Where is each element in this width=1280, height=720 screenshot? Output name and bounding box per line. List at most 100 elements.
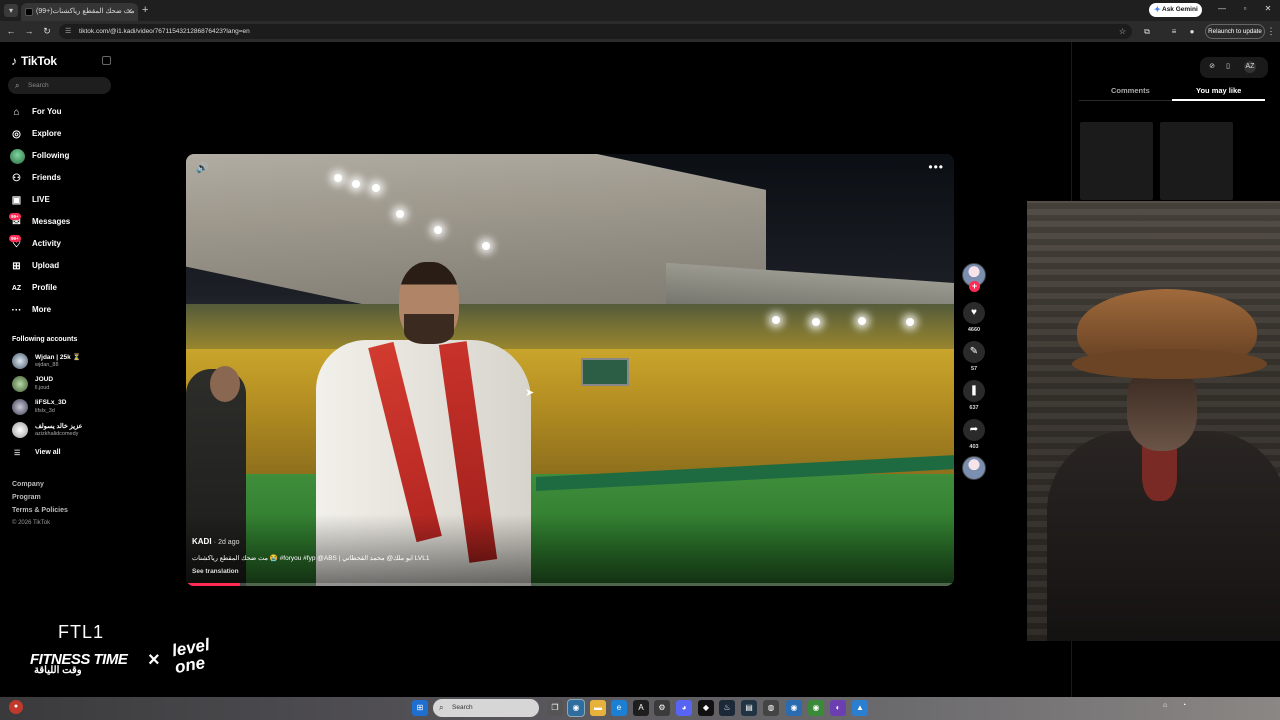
chrome-icon[interactable]: ◉	[567, 699, 585, 717]
app-icon[interactable]: ◐	[830, 700, 846, 716]
comment-button[interactable]: ✎ 57	[961, 341, 987, 372]
tab-comments[interactable]: Comments	[1111, 86, 1150, 95]
tray-icon[interactable]: ◔	[1182, 702, 1186, 709]
sidebar-item-live[interactable]: ▣ LIVE	[10, 191, 120, 209]
more-options-icon[interactable]: •••	[928, 160, 944, 174]
tray-icon[interactable]: ⌂	[1163, 702, 1167, 709]
friends-icon: ⚇	[12, 173, 21, 184]
obs-icon[interactable]: ◍	[763, 700, 779, 716]
edge-icon[interactable]: e	[611, 700, 627, 716]
sidebar-item-label: Explore	[32, 129, 62, 138]
discord-icon[interactable]: ◕	[676, 700, 692, 716]
collapse-sidebar-icon[interactable]	[102, 56, 111, 65]
browser-tab-strip: ▾ (99+)مت ضحك المقطع رياكشنات ✕ + Ask Ge…	[0, 0, 1280, 21]
back-button[interactable]: ←	[5, 24, 17, 38]
save-button[interactable]: ❚ 637	[961, 380, 987, 411]
start-button[interactable]: ⊞	[412, 700, 428, 716]
tab-title: (99+)مت ضحك المقطع رياكشنات	[36, 8, 135, 15]
maximize-button[interactable]: ▫	[1237, 2, 1253, 16]
floodlight	[396, 210, 404, 218]
footer-link-company[interactable]: Company	[12, 481, 44, 488]
video-author[interactable]: KADI · 2d ago	[192, 537, 239, 546]
floodlight	[906, 318, 914, 326]
following-account[interactable]: JOUD ll.joud	[12, 374, 122, 394]
steam-icon[interactable]: ♨	[719, 700, 735, 716]
see-translation-link[interactable]: See translation	[192, 568, 239, 575]
profile-icon[interactable]: AZ	[1244, 61, 1256, 73]
browser-menu-icon[interactable]: ⋮	[1266, 25, 1276, 38]
view-all-button[interactable]: ☰ View all	[12, 449, 112, 457]
tab-close-icon[interactable]: ✕	[126, 3, 133, 21]
relaunch-to-update-button[interactable]: Relaunch to update	[1205, 24, 1265, 39]
tab-you-may-like[interactable]: You may like	[1196, 86, 1241, 95]
chrome-profile-icon[interactable]: ◉	[786, 700, 802, 716]
settings-icon[interactable]: ⚙	[654, 700, 670, 716]
active-tab-indicator	[1172, 99, 1265, 101]
task-view-icon[interactable]: ❐	[547, 700, 563, 716]
sidebar-item-activity[interactable]: ♡ 99+ Activity	[9, 235, 120, 253]
sidebar-item-label: Friends	[32, 173, 61, 182]
sidebar-item-more[interactable]: ··· More	[10, 301, 120, 319]
site-info-icon[interactable]: ☰	[65, 24, 71, 39]
suggested-video-thumbnail[interactable]	[1160, 122, 1233, 200]
photos-icon[interactable]: ▲	[852, 700, 868, 716]
sidebar-item-messages[interactable]: ✉ 99+ Messages	[9, 213, 120, 231]
compass-icon[interactable]: ⊘	[1206, 61, 1218, 73]
search-placeholder: Search	[28, 82, 49, 89]
new-tab-button[interactable]: +	[142, 3, 152, 17]
video-player[interactable]: 🔊 ••• KADI · 2d ago مت ضحك المقطع رياكشن…	[186, 154, 954, 586]
close-window-button[interactable]: ✕	[1260, 2, 1276, 16]
chrome-profile-icon[interactable]: ◉	[808, 700, 824, 716]
tiktok-logo[interactable]: ♪ TikTok	[11, 54, 57, 68]
following-account[interactable]: liFSLx_3D lifslx_3d	[12, 397, 122, 417]
follow-plus-icon[interactable]: +	[969, 281, 980, 292]
volume-icon[interactable]: 🔊	[196, 163, 208, 174]
following-account[interactable]: عزيز خالد يسولف azizkhalidcomedy	[12, 420, 122, 440]
forward-button[interactable]: →	[23, 24, 35, 38]
account-handle: wjdan_88	[35, 362, 59, 368]
comment-count: 57	[970, 366, 978, 372]
like-button[interactable]: ♥ 4660	[961, 302, 987, 333]
reading-list-icon[interactable]: ≡	[1168, 25, 1180, 38]
sidebar-item-explore[interactable]: ◎ Explore	[10, 125, 120, 143]
address-bar[interactable]: ☰ tiktok.com/@i1.kadi/video/767115432128…	[59, 24, 1132, 39]
list-icon: ☰	[14, 450, 21, 457]
profile-icon: AZ	[11, 285, 22, 292]
home-icon: ⌂	[13, 107, 20, 118]
sidebar-item-profile[interactable]: AZ Profile	[10, 279, 120, 297]
minimize-button[interactable]: —	[1214, 2, 1230, 16]
nvidia-icon[interactable]: A	[633, 700, 649, 716]
footer-link-program[interactable]: Program	[12, 494, 41, 501]
sidebar-item-for-you[interactable]: ⌂ For You	[10, 103, 120, 121]
phone-icon[interactable]: ▯	[1222, 61, 1234, 73]
widgets-icon[interactable]: ●	[9, 700, 23, 714]
tab-search-button[interactable]: ▾	[4, 4, 18, 17]
more-icon: ···	[11, 305, 22, 316]
profile-avatar-icon[interactable]: ●	[1186, 25, 1198, 38]
bookmark-star-icon[interactable]: ☆	[1119, 24, 1126, 39]
footer-link-terms[interactable]: Terms & Policies	[12, 507, 68, 514]
following-account[interactable]: Wjdan | 25k ⏳ wjdan_88	[12, 351, 122, 371]
mouse-cursor-icon: ➤	[525, 387, 535, 399]
ask-gemini-button[interactable]: Ask Gemini	[1149, 3, 1202, 17]
share-button[interactable]: ➦ 403	[961, 419, 987, 450]
file-explorer-icon[interactable]: ▬	[590, 700, 606, 716]
taskbar-search-input[interactable]: ⌕ Search	[433, 699, 539, 717]
collab-x: ×	[148, 649, 160, 671]
fitness-time-logo-arabic: وقت اللياقة	[34, 665, 82, 676]
messages-badge: 99+	[9, 213, 21, 220]
reload-button[interactable]: ↻	[41, 24, 53, 38]
sidebar-item-upload[interactable]: ⊞ Upload	[10, 257, 120, 275]
extensions-icon[interactable]: ⧉	[1141, 25, 1153, 38]
sidebar-item-label: Profile	[32, 283, 57, 292]
sidebar-item-friends[interactable]: ⚇ Friends	[10, 169, 120, 187]
terminal-icon[interactable]: ▤	[741, 700, 757, 716]
app-icon[interactable]: ◆	[698, 700, 714, 716]
sound-avatar[interactable]	[962, 456, 986, 480]
sidebar-search-input[interactable]: ⌕ Search	[8, 77, 111, 94]
suggested-video-thumbnail[interactable]	[1080, 122, 1153, 200]
browser-tab[interactable]: (99+)مت ضحك المقطع رياكشنات ✕	[21, 3, 138, 21]
video-progress-bar[interactable]	[186, 583, 954, 586]
sidebar-item-following[interactable]: Following	[10, 147, 120, 165]
account-handle: lifslx_3d	[35, 408, 55, 414]
